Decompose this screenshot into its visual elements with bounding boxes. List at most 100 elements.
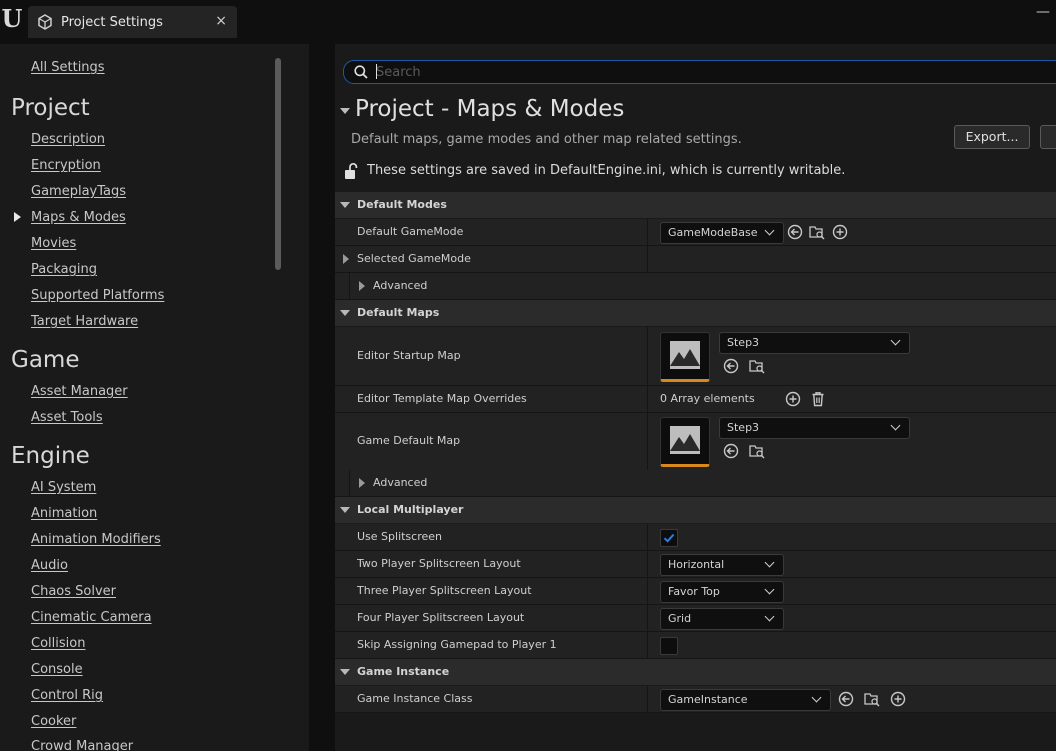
three-player-layout-combo[interactable]: Favor Top	[660, 581, 784, 603]
sidebar-item-movies[interactable]: Movies	[31, 236, 76, 251]
sidebar-item-crowd-manager[interactable]: Crowd Manager	[31, 739, 133, 751]
config-writable-note: These settings are saved in DefaultEngin…	[367, 163, 846, 178]
browse-folder-icon[interactable]	[809, 224, 825, 240]
browse-folder-icon[interactable]	[864, 691, 880, 707]
reset-arrow-icon[interactable]	[787, 224, 803, 240]
combo-value: Grid	[668, 612, 692, 625]
reset-arrow-icon[interactable]	[723, 358, 739, 374]
combo-value: GameInstance	[668, 693, 748, 706]
category-label: Default Maps	[357, 306, 440, 319]
chevron-down-icon	[890, 335, 901, 346]
sidebar-item-animation[interactable]: Animation	[31, 506, 97, 521]
text-caret	[376, 64, 377, 79]
sidebar-section-engine: Engine	[11, 443, 90, 469]
import-button[interactable]	[1040, 125, 1056, 149]
category-label: Local Multiplayer	[357, 503, 464, 516]
settings-sidebar: All Settings Project Description Encrypt…	[0, 44, 309, 751]
map-thumbnail[interactable]	[660, 417, 710, 467]
export-button[interactable]: Export...	[954, 125, 1030, 149]
reset-arrow-icon[interactable]	[838, 691, 854, 707]
column-divider	[647, 219, 648, 245]
browse-folder-icon[interactable]	[749, 443, 765, 459]
sidebar-item-chaos-solver[interactable]: Chaos Solver	[31, 584, 116, 599]
chevron-down-icon	[764, 611, 775, 622]
column-divider	[647, 386, 648, 412]
sidebar-item-ai-system[interactable]: AI System	[31, 480, 96, 495]
property-label: Default GameMode	[357, 225, 464, 238]
column-divider	[647, 413, 648, 470]
category-game-instance[interactable]: Game Instance	[335, 659, 1056, 685]
use-splitscreen-checkbox[interactable]	[660, 529, 678, 547]
sidebar-item-animation-modifiers[interactable]: Animation Modifiers	[31, 532, 161, 547]
default-gamemode-combo[interactable]: GameModeBase	[660, 222, 784, 244]
game-instance-class-combo[interactable]: GameInstance	[660, 689, 831, 711]
tab-project-settings[interactable]: Project Settings ×	[28, 6, 237, 38]
property-row-editor-template-overrides: Editor Template Map Overrides 0 Array el…	[335, 386, 1056, 413]
sidebar-item-audio[interactable]: Audio	[31, 558, 68, 573]
map-thumbnail[interactable]	[660, 332, 710, 382]
sidebar-scrollbar[interactable]	[275, 58, 281, 270]
category-local-multiplayer[interactable]: Local Multiplayer	[335, 497, 1056, 523]
close-tab-button[interactable]: ×	[215, 13, 227, 29]
check-icon	[663, 533, 675, 543]
sidebar-item-supported-platforms[interactable]: Supported Platforms	[31, 288, 164, 303]
expand-icon[interactable]	[343, 254, 349, 264]
advanced-label: Advanced	[373, 476, 428, 489]
skip-gamepad-checkbox[interactable]	[660, 637, 678, 655]
sidebar-item-encryption[interactable]: Encryption	[31, 158, 101, 173]
trash-icon[interactable]	[810, 391, 826, 407]
combo-value: Step3	[727, 421, 760, 434]
two-player-layout-combo[interactable]: Horizontal	[660, 554, 784, 576]
expand-icon	[359, 281, 365, 291]
sidebar-item-asset-manager[interactable]: Asset Manager	[31, 384, 128, 399]
search-box[interactable]	[343, 60, 1056, 84]
chevron-down-icon	[890, 420, 901, 431]
combo-value: Favor Top	[668, 585, 720, 598]
browse-folder-icon[interactable]	[749, 358, 765, 374]
column-divider	[647, 524, 648, 550]
panel-gutter	[309, 44, 335, 751]
advanced-group-default-maps[interactable]: Advanced	[335, 470, 1056, 497]
sidebar-item-asset-tools[interactable]: Asset Tools	[31, 410, 103, 425]
sidebar-item-all-settings[interactable]: All Settings	[31, 60, 105, 75]
column-divider	[647, 632, 648, 658]
sidebar-item-control-rig[interactable]: Control Rig	[31, 688, 103, 703]
add-icon[interactable]	[785, 391, 801, 407]
search-input[interactable]	[376, 63, 1036, 81]
sidebar-item-cinematic-camera[interactable]: Cinematic Camera	[31, 610, 152, 625]
collapse-section-icon[interactable]	[340, 108, 350, 114]
sidebar-item-packaging[interactable]: Packaging	[31, 262, 97, 277]
game-default-map-combo[interactable]: Step3	[719, 417, 910, 439]
title-bar: U Project Settings × —	[0, 0, 1056, 44]
sidebar-item-console[interactable]: Console	[31, 662, 83, 677]
property-label: Editor Template Map Overrides	[357, 392, 527, 405]
minimize-button[interactable]: —	[1036, 4, 1050, 20]
settings-cube-icon	[38, 14, 52, 30]
add-icon[interactable]	[890, 691, 906, 707]
sidebar-item-cooker[interactable]: Cooker	[31, 714, 76, 729]
sidebar-item-gameplaytags[interactable]: GameplayTags	[31, 184, 126, 199]
reset-arrow-icon[interactable]	[723, 443, 739, 459]
expand-icon	[359, 478, 365, 488]
editor-startup-map-combo[interactable]: Step3	[719, 332, 910, 354]
chevron-down-icon	[764, 557, 775, 568]
column-divider	[647, 246, 648, 272]
collapse-icon	[340, 202, 350, 208]
column-divider	[647, 551, 648, 577]
category-default-modes[interactable]: Default Modes	[335, 192, 1056, 218]
sidebar-item-collision[interactable]: Collision	[31, 636, 85, 651]
sidebar-item-description[interactable]: Description	[31, 132, 105, 147]
property-row-editor-startup-map: Editor Startup Map Step3	[335, 327, 1056, 386]
sidebar-item-target-hardware[interactable]: Target Hardware	[31, 314, 138, 329]
search-icon	[354, 65, 368, 79]
advanced-group-default-modes[interactable]: Advanced	[335, 273, 1056, 300]
property-row-skip-gamepad: Skip Assigning Gamepad to Player 1	[335, 632, 1056, 659]
sidebar-item-maps-modes[interactable]: Maps & Modes	[31, 210, 126, 225]
four-player-layout-combo[interactable]: Grid	[660, 608, 784, 630]
add-icon[interactable]	[832, 224, 848, 240]
column-divider	[647, 686, 648, 712]
combo-value: Horizontal	[668, 558, 725, 571]
property-label: Two Player Splitscreen Layout	[357, 557, 521, 570]
property-row-three-player-layout: Three Player Splitscreen Layout Favor To…	[335, 578, 1056, 605]
category-default-maps[interactable]: Default Maps	[335, 300, 1056, 326]
